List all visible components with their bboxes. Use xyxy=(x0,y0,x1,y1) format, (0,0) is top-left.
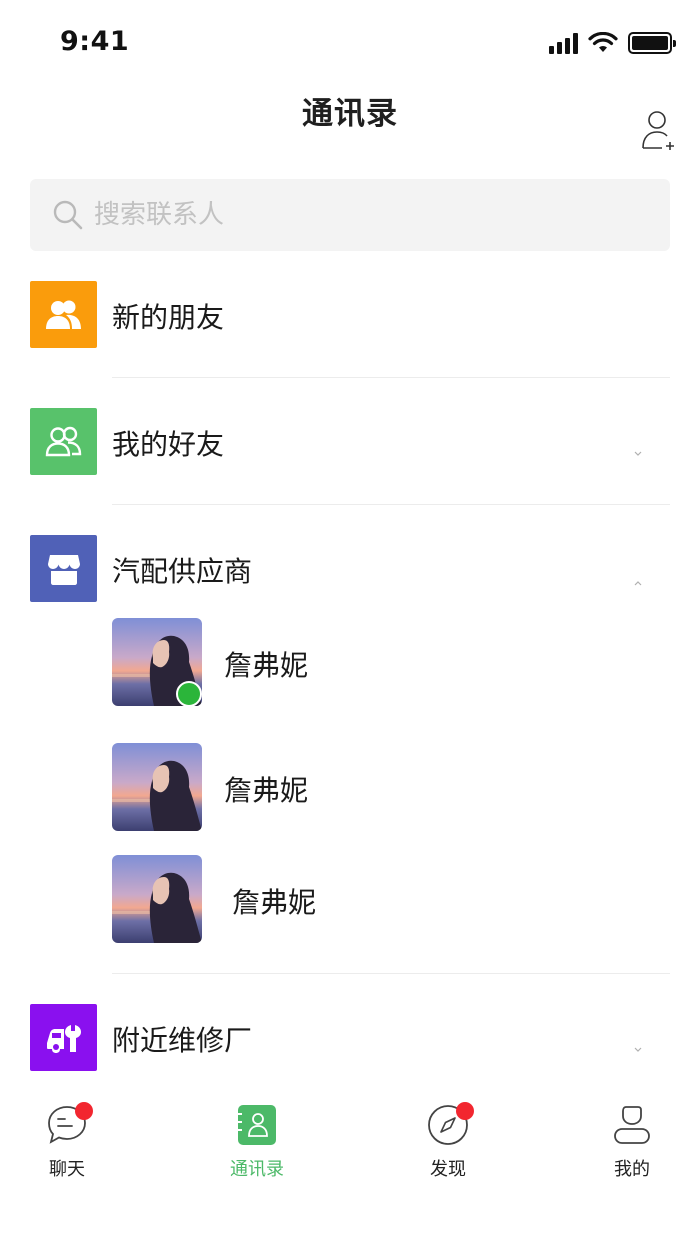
signal-icon xyxy=(549,32,578,54)
contact-name: 詹弗妮 xyxy=(224,649,309,682)
contact-item[interactable]: 詹弗妮 xyxy=(112,855,562,945)
row-label: 附近维修厂 xyxy=(112,1024,253,1057)
tab-label: 聊天 xyxy=(49,1159,85,1180)
row-label: 新的朋友 xyxy=(112,301,225,334)
search-box[interactable] xyxy=(30,179,670,251)
notification-badge xyxy=(75,1102,93,1120)
contact-item[interactable]: 詹弗妮 xyxy=(112,743,562,833)
divider xyxy=(112,973,670,974)
status-icons xyxy=(549,30,676,56)
people-icon xyxy=(45,300,81,329)
my-friends-tile xyxy=(30,408,97,475)
tab-label: 我的 xyxy=(614,1159,650,1180)
chevron-down-icon[interactable] xyxy=(631,447,645,461)
suppliers-tile xyxy=(30,535,97,602)
contact-item[interactable]: 詹弗妮 xyxy=(112,618,562,708)
page-title: 通讯录 xyxy=(302,96,398,132)
tab-chat[interactable]: 聊天 xyxy=(7,1102,127,1181)
tab-me[interactable]: 我的 xyxy=(572,1103,692,1181)
status-time: 9:41 xyxy=(60,26,130,57)
store-icon xyxy=(47,554,80,585)
tab-discover[interactable]: 发现 xyxy=(388,1102,508,1181)
row-suppliers[interactable]: 汽配供应商 xyxy=(0,514,700,624)
row-label: 我的好友 xyxy=(112,428,225,461)
new-friends-tile xyxy=(30,281,97,348)
tab-label: 发现 xyxy=(430,1159,466,1180)
chevron-down-icon[interactable] xyxy=(631,1043,645,1057)
people-icon xyxy=(45,426,81,456)
notification-badge xyxy=(456,1102,474,1120)
add-contact-icon[interactable] xyxy=(640,110,676,152)
chat-icon xyxy=(45,1102,93,1147)
online-status-dot xyxy=(176,681,202,707)
avatar xyxy=(112,855,202,943)
contacts-icon xyxy=(235,1103,279,1147)
tab-bar: 聊天 通讯录 发现 我的 xyxy=(0,1088,700,1244)
divider xyxy=(112,377,670,378)
row-new-friends[interactable]: 新的朋友 xyxy=(0,260,700,370)
contact-name: 詹弗妮 xyxy=(232,886,317,919)
repair-tile xyxy=(30,1004,97,1071)
profile-icon xyxy=(610,1103,654,1147)
avatar xyxy=(112,743,202,831)
tab-contacts[interactable]: 通讯录 xyxy=(197,1103,317,1181)
row-label: 汽配供应商 xyxy=(112,555,253,588)
contact-name: 詹弗妮 xyxy=(224,774,309,807)
wifi-icon xyxy=(588,32,618,52)
battery-icon xyxy=(628,32,676,54)
compass-icon xyxy=(426,1102,474,1147)
status-bar: 9:41 xyxy=(0,0,700,88)
chevron-up-icon[interactable] xyxy=(631,576,645,590)
row-my-friends[interactable]: 我的好友 xyxy=(0,387,700,497)
repair-icon xyxy=(46,1024,81,1053)
search-input[interactable] xyxy=(94,200,614,230)
search-icon xyxy=(53,200,83,230)
row-repair-shops[interactable]: 附近维修厂 xyxy=(0,983,700,1093)
divider xyxy=(112,504,670,505)
tab-label: 通讯录 xyxy=(230,1159,284,1180)
